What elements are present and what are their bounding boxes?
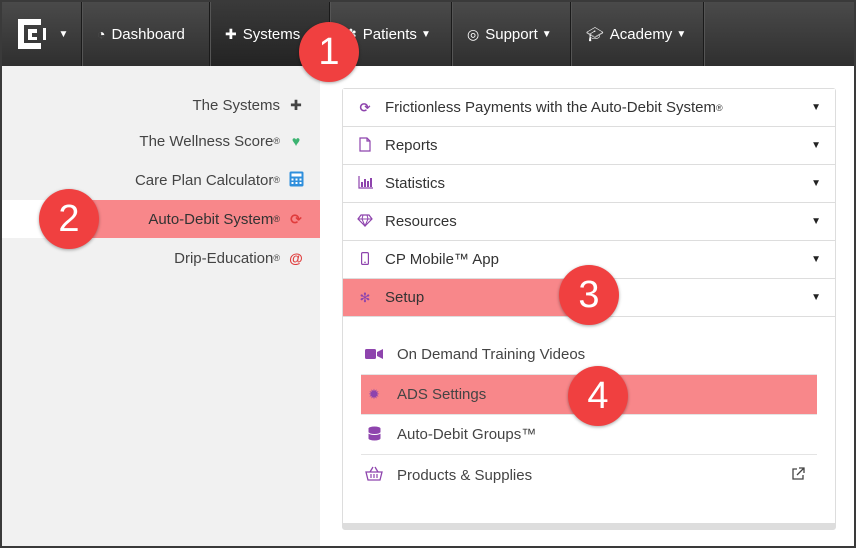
chevron-down-icon: ▼ bbox=[811, 178, 821, 189]
accordion-row-label: CP Mobile™ App bbox=[385, 251, 499, 268]
sidebar-item-care-plan-calculator[interactable]: Care Plan Calculator ® bbox=[2, 161, 320, 199]
sidebar-item-label: Drip-Education bbox=[174, 249, 274, 267]
sidebar-item-wellness-score[interactable]: The Wellness Score ® ♥ bbox=[2, 122, 320, 160]
sidebar-item-label: The Wellness Score bbox=[139, 132, 274, 150]
registered-mark: ® bbox=[273, 136, 280, 146]
accordion-row-resources[interactable]: Resources ▼ bbox=[343, 203, 835, 241]
setup-item-label: ADS Settings bbox=[397, 386, 487, 403]
sidebar: The Systems ✚ The Wellness Score ® ♥ Care… bbox=[2, 66, 320, 546]
accordion-row-statistics[interactable]: Statistics ▼ bbox=[343, 165, 835, 203]
nav-academy-label: Academy bbox=[609, 25, 673, 43]
shopping-basket-icon bbox=[363, 466, 385, 484]
accordion-row-frictionless-payments[interactable]: ⟳ Frictionless Payments with the Auto-De… bbox=[343, 89, 835, 127]
setup-item-label: On Demand Training Videos bbox=[397, 346, 586, 363]
bar-chart-icon bbox=[355, 175, 375, 192]
mobile-icon bbox=[355, 251, 375, 268]
callout-badge-4: 4 bbox=[568, 366, 628, 426]
sidebar-item-label: Care Plan Calculator bbox=[134, 171, 274, 189]
nav-support-label: Support bbox=[485, 25, 538, 43]
video-camera-icon bbox=[363, 347, 385, 363]
accordion-row-label: Resources bbox=[385, 213, 457, 230]
callout-badge-2: 2 bbox=[39, 189, 99, 249]
callout-badge-1: 1 bbox=[299, 22, 359, 82]
app-frame: ▼ ◔ Dashboard ✚ Systems ✽ Patients ▼ ◎ S… bbox=[0, 0, 856, 548]
nav-filler bbox=[704, 2, 854, 66]
refresh-icon: ⟳ bbox=[290, 210, 302, 227]
chevron-down-icon: ▼ bbox=[811, 254, 821, 265]
chevron-down-icon: ▼ bbox=[58, 28, 69, 40]
puzzle-icon: ✚ bbox=[290, 96, 302, 113]
chevron-down-icon: ▼ bbox=[420, 28, 431, 40]
accordion-row-label: Statistics bbox=[385, 175, 446, 192]
chevron-down-icon: ▼ bbox=[811, 140, 821, 151]
nav-dashboard[interactable]: ◔ Dashboard bbox=[82, 2, 210, 66]
callout-badge-3: 3 bbox=[559, 265, 619, 325]
cogs-icon: ✻ bbox=[359, 289, 371, 305]
graduation-cap-icon: 🎓︎ bbox=[586, 25, 604, 42]
file-icon bbox=[355, 136, 375, 155]
chevron-down-icon: ▼ bbox=[811, 102, 821, 113]
gear-icon: ✹ bbox=[368, 386, 380, 402]
nav-support[interactable]: ◎ Support ▼ bbox=[452, 2, 571, 66]
nav-patients-label: Patients bbox=[362, 25, 417, 43]
chevron-down-icon: ▼ bbox=[811, 216, 821, 227]
dashboard-icon: ◔ bbox=[97, 26, 106, 42]
accordion-row-reports[interactable]: Reports ▼ bbox=[343, 127, 835, 165]
at-sign-icon: @ bbox=[289, 250, 303, 266]
registered-mark: ® bbox=[715, 102, 723, 113]
setup-item-products-supplies[interactable]: Products & Supplies bbox=[361, 455, 817, 495]
sidebar-item-drip-education[interactable]: Drip-Education ® @ bbox=[2, 239, 320, 277]
nav-dashboard-label: Dashboard bbox=[111, 25, 185, 43]
chevron-down-icon: ▼ bbox=[541, 28, 552, 40]
accordion-row-label: Setup bbox=[385, 289, 425, 306]
calculator-icon bbox=[286, 171, 306, 190]
puzzle-icon: ✚ bbox=[225, 25, 237, 42]
logo-menu-button[interactable]: ▼ bbox=[2, 2, 82, 66]
sidebar-item-label: The Systems bbox=[192, 96, 280, 114]
sidebar-item-label: Auto-Debit System bbox=[148, 210, 274, 228]
nav-systems-label: Systems bbox=[242, 25, 301, 43]
nav-academy[interactable]: 🎓︎ Academy ▼ bbox=[571, 2, 704, 66]
accordion-row-label: Reports bbox=[385, 137, 438, 154]
setup-item-label: Auto-Debit Groups™ bbox=[397, 426, 537, 443]
chevron-down-icon: ▼ bbox=[676, 28, 687, 40]
registered-mark: ® bbox=[273, 214, 280, 224]
sidebar-item-the-systems[interactable]: The Systems ✚ bbox=[2, 86, 320, 124]
accordion-row-label: Frictionless Payments with the Auto-Debi… bbox=[385, 99, 716, 116]
refresh-icon: ⟳ bbox=[359, 99, 371, 115]
logo-icon bbox=[17, 19, 46, 49]
diamond-icon bbox=[355, 213, 375, 230]
heartbeat-icon: ♥ bbox=[291, 133, 301, 149]
lifebuoy-icon: ◎ bbox=[467, 25, 480, 42]
registered-mark: ® bbox=[273, 175, 280, 185]
top-navbar: ▼ ◔ Dashboard ✚ Systems ✽ Patients ▼ ◎ S… bbox=[2, 2, 854, 66]
chevron-down-icon: ▼ bbox=[811, 292, 821, 303]
registered-mark: ® bbox=[273, 253, 280, 263]
external-link-icon[interactable] bbox=[791, 467, 805, 481]
database-icon bbox=[363, 426, 385, 444]
setup-item-label: Products & Supplies bbox=[397, 466, 533, 484]
